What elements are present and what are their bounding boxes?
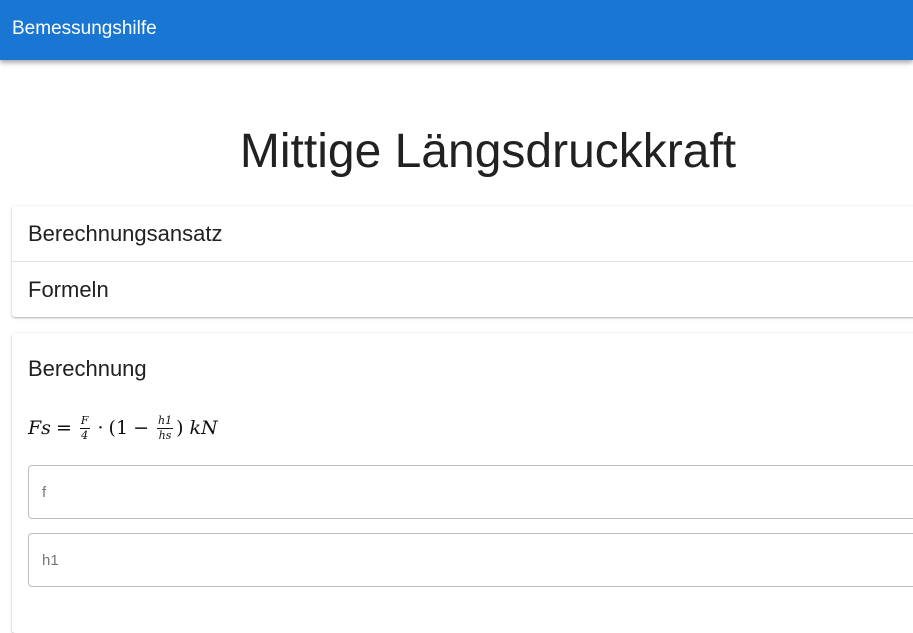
fraction-numerator: F bbox=[79, 413, 90, 429]
accordion-item-label: Formeln bbox=[28, 277, 109, 302]
formula-minus: − bbox=[133, 417, 149, 439]
accordion-item-formeln[interactable]: Formeln bbox=[12, 262, 913, 317]
accordion: Berechnungsansatz Formeln bbox=[12, 206, 913, 317]
app-title: Bemessungshilfe bbox=[12, 18, 157, 39]
fraction-numerator: h1 bbox=[156, 413, 174, 429]
formula-fraction-f-over-4: F 4 bbox=[79, 413, 90, 442]
app-bar: Bemessungshilfe bbox=[0, 0, 913, 60]
calculation-title: Berechnung bbox=[28, 356, 147, 381]
fraction-denominator: hs bbox=[158, 428, 172, 442]
formula: Fs = F 4 · (1 − h1 hs ) kN bbox=[28, 411, 218, 445]
page-title: Mittige Längsdruckkraft bbox=[239, 125, 737, 178]
formula-equals: = bbox=[55, 417, 72, 439]
accordion-item-berechnungsansatz[interactable]: Berechnungsansatz bbox=[12, 206, 913, 262]
calculation-card: Berechnung Fs = F 4 · (1 − h1 hs ) kN bbox=[12, 333, 913, 633]
f-input[interactable] bbox=[42, 466, 902, 518]
f-field bbox=[28, 465, 913, 519]
formula-lhs: Fs bbox=[28, 417, 51, 439]
accordion-item-label: Berechnungsansatz bbox=[28, 221, 223, 246]
formula-open-paren: (1 bbox=[108, 417, 129, 439]
formula-fraction-h1-over-hs: h1 hs bbox=[156, 413, 174, 442]
h1-input[interactable] bbox=[42, 534, 902, 586]
formula-dot: · bbox=[97, 417, 104, 439]
formula-close-paren: ) bbox=[176, 417, 184, 439]
h1-field bbox=[28, 533, 913, 587]
formula-unit: kN bbox=[189, 417, 218, 439]
fraction-denominator: 4 bbox=[81, 428, 89, 442]
